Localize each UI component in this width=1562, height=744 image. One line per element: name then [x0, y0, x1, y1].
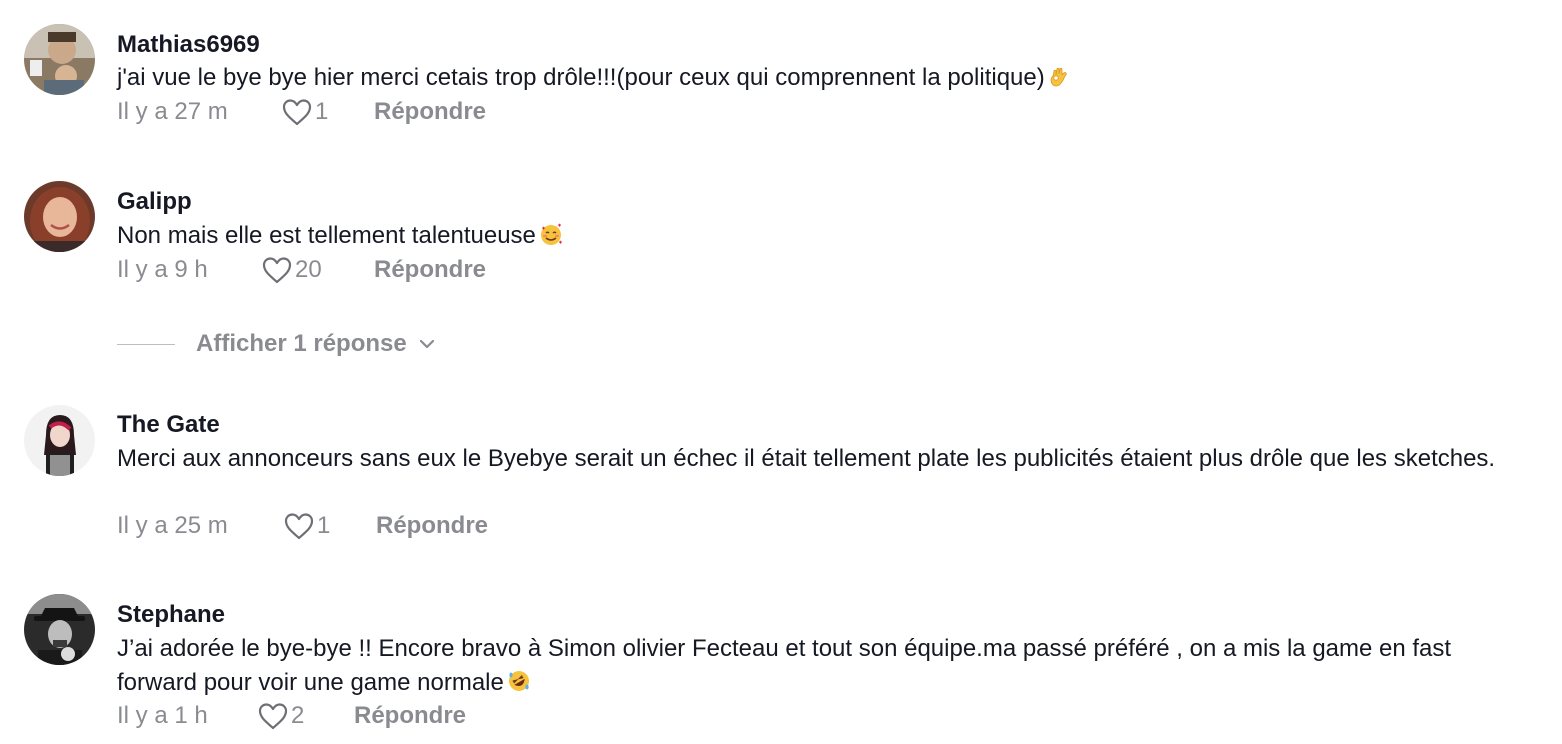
username[interactable]: Stephane	[117, 601, 225, 629]
like-button[interactable]: 20	[261, 256, 322, 284]
divider-line	[117, 343, 175, 345]
reply-button[interactable]: Répondre	[374, 256, 486, 284]
comment-timestamp: Il y a 1 h	[117, 702, 208, 729]
rolling-on-floor-laughing-emoji	[508, 671, 529, 691]
heart-outline-icon	[262, 257, 292, 284]
heart-outline-icon	[258, 703, 288, 730]
like-count: 20	[295, 256, 322, 283]
comment-text: Non mais elle est tellement talentueuse	[117, 219, 1537, 253]
comment-text-body: Non mais elle est tellement talentueuse	[117, 222, 536, 249]
avatar[interactable]	[24, 594, 95, 665]
chevron-down-icon	[419, 339, 434, 349]
avatar-image	[24, 24, 95, 95]
comment-text: j'ai vue le bye bye hier merci cetais tr…	[117, 61, 1537, 95]
view-replies-label: Afficher 1 réponse	[196, 330, 407, 357]
view-replies-button[interactable]: Afficher 1 réponse	[117, 329, 437, 359]
smiling-face-with-hearts-emoji	[540, 223, 562, 245]
heart-outline-icon	[284, 513, 314, 540]
comment-timestamp: Il y a 9 h	[117, 256, 208, 283]
comment-text-body: j'ai vue le bye bye hier merci cetais tr…	[117, 64, 1045, 91]
comment-text-body: J’ai adorée le bye-bye !! Encore bravo à…	[117, 635, 1452, 696]
heart-outline-icon	[282, 99, 312, 126]
like-button[interactable]: 2	[257, 702, 304, 730]
like-count: 1	[317, 512, 331, 539]
reply-button[interactable]: Répondre	[354, 702, 466, 730]
reply-button[interactable]: Répondre	[374, 98, 486, 126]
username[interactable]: Mathias6969	[117, 31, 260, 59]
ok-hand-emoji	[1050, 67, 1067, 87]
avatar[interactable]	[24, 24, 95, 95]
reply-button[interactable]: Répondre	[376, 512, 488, 540]
like-button[interactable]: 1	[281, 98, 328, 126]
avatar-image	[24, 594, 95, 665]
username[interactable]: The Gate	[117, 411, 220, 439]
avatar-image	[24, 405, 95, 476]
avatar[interactable]	[24, 181, 95, 252]
username[interactable]: Galipp	[117, 188, 192, 216]
like-count: 2	[291, 702, 305, 729]
comment-timestamp: Il y a 25 m	[117, 512, 228, 539]
avatar[interactable]	[24, 405, 95, 476]
like-count: 1	[315, 98, 329, 125]
avatar-image	[24, 181, 95, 252]
comment-timestamp: Il y a 27 m	[117, 98, 228, 125]
comment-text: Merci aux annonceurs sans eux le Byebye …	[117, 445, 1496, 472]
like-button[interactable]: 1	[283, 512, 330, 540]
comment-text: J’ai adorée le bye-bye !! Encore bravo à…	[117, 632, 1537, 700]
